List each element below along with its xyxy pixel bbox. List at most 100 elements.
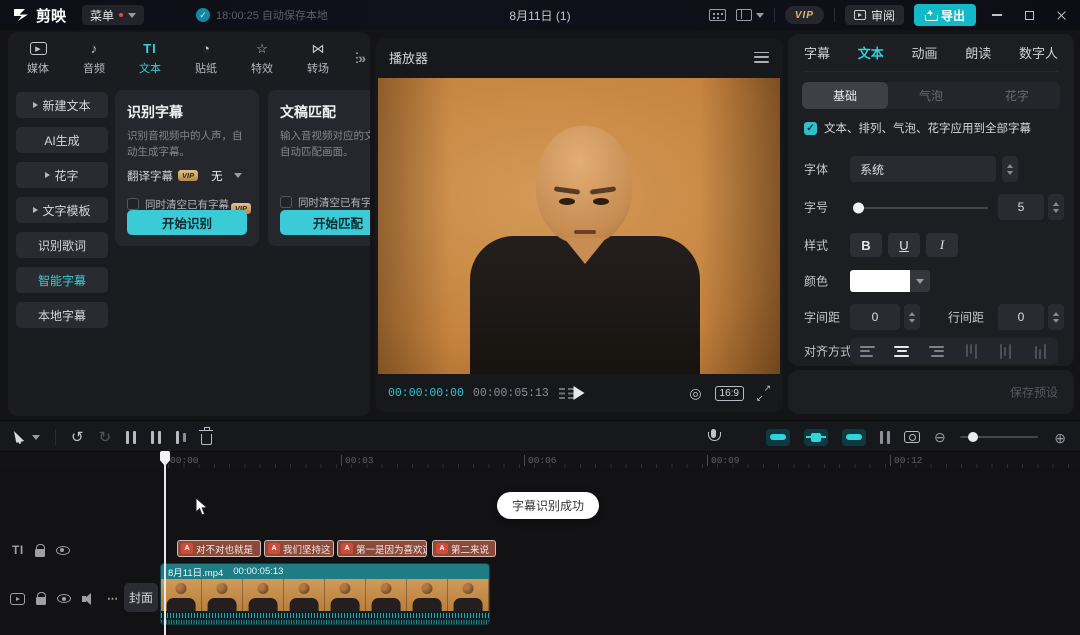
main-track-magnet-toggle[interactable] — [766, 429, 790, 446]
nav-new-text[interactable]: 新建文本 — [16, 92, 108, 118]
start-recognize-button[interactable]: 开始识别 — [127, 210, 247, 235]
aspect-ratio-button[interactable]: 16:9 — [715, 386, 744, 401]
subtitle-clip[interactable]: A 我们坚持这 — [264, 540, 334, 557]
line-spacing-input[interactable]: 0 — [998, 304, 1044, 330]
visibility-icon[interactable] — [56, 546, 70, 555]
slider-handle[interactable] — [968, 432, 978, 442]
playhead[interactable] — [164, 452, 166, 635]
valign-middle-icon[interactable] — [1000, 344, 1011, 359]
mute-icon[interactable] — [82, 593, 96, 605]
align-right-icon[interactable] — [929, 346, 944, 357]
maximize-button[interactable] — [1018, 4, 1040, 26]
clear-existing-checkbox-row[interactable]: 同时清空已有字幕 — [280, 195, 370, 210]
font-size-stepper[interactable] — [1048, 194, 1064, 220]
link-toggle[interactable] — [842, 429, 866, 446]
cover-preview-icon[interactable] — [904, 431, 920, 443]
tab-animation[interactable]: 动画 — [911, 43, 937, 62]
valign-bottom-icon[interactable] — [1035, 344, 1046, 359]
video-preview[interactable] — [378, 78, 780, 374]
tab-digital-human[interactable]: 数字人 — [1019, 43, 1058, 62]
zoom-in-icon[interactable]: ⊕ — [1054, 430, 1066, 447]
split-icon[interactable] — [126, 431, 136, 444]
nav-text-template[interactable]: 文字模板 — [16, 197, 108, 223]
subtitle-list-icon[interactable] — [559, 388, 574, 399]
start-match-button[interactable]: 开始匹配 — [280, 210, 370, 235]
align-center-icon[interactable] — [894, 346, 909, 357]
auto-snap-toggle[interactable] — [804, 429, 828, 446]
align-left-icon[interactable] — [860, 346, 875, 357]
undo-icon[interactable]: ↺ — [71, 428, 84, 446]
letter-spacing-stepper[interactable] — [904, 304, 920, 330]
subtitle-clip[interactable]: A 第二来说 — [432, 540, 496, 557]
preview-axis-icon[interactable] — [880, 431, 890, 444]
nav-fancy-text[interactable]: 花字 — [16, 162, 108, 188]
apply-to-all-row[interactable]: ✓ 文本、排列、气泡、花字应用到全部字幕 — [804, 120, 1031, 136]
font-select[interactable]: 系统 — [850, 156, 996, 182]
select-tool[interactable] — [14, 430, 40, 444]
tab-subtitle[interactable]: 字幕 — [804, 43, 830, 62]
export-button[interactable]: 导出 — [914, 4, 976, 26]
keyboard-shortcuts-icon[interactable] — [709, 9, 726, 21]
close-button[interactable] — [1050, 4, 1072, 26]
vip-badge[interactable]: VIP — [785, 6, 824, 24]
color-dropdown[interactable] — [910, 270, 930, 292]
font-stepper[interactable] — [1002, 156, 1018, 182]
redo-icon[interactable]: ↻ — [99, 428, 112, 446]
nav-smart-subtitle[interactable]: 智能字幕 — [16, 267, 108, 293]
cover-button[interactable]: 封面 — [124, 583, 158, 612]
nav-ai-generate[interactable]: AI生成 — [16, 127, 108, 153]
frame-focus-icon[interactable]: ◎ — [689, 385, 701, 402]
more-options-icon[interactable]: ⋯ — [107, 592, 120, 605]
split-left-icon[interactable] — [151, 431, 161, 444]
subtitle-clip[interactable]: A 第一是因为喜欢这 — [337, 540, 427, 557]
font-size-slider[interactable] — [854, 207, 988, 209]
translate-subtitle-row[interactable]: 翻译字幕 VIP 无 — [127, 168, 247, 184]
tab-audio[interactable]: ♪ 音频 — [70, 36, 118, 80]
tab-read-aloud[interactable]: 朗读 — [965, 43, 991, 62]
delete-icon[interactable] — [201, 434, 212, 445]
visibility-icon[interactable] — [57, 594, 71, 603]
video-clip-header: 8月11日.mp4 00:00:05:13 — [161, 564, 489, 579]
record-voiceover-icon[interactable] — [706, 429, 720, 445]
subtab-bubble[interactable]: 气泡 — [888, 82, 974, 109]
line-spacing-stepper[interactable] — [1048, 304, 1064, 330]
tab-media[interactable]: ▶ 媒体 — [14, 36, 62, 80]
zoom-out-icon[interactable]: ⊖ — [934, 429, 946, 446]
minimize-button[interactable] — [986, 4, 1008, 26]
save-preset-button[interactable]: 保存预设 — [1010, 384, 1058, 401]
fullscreen-icon[interactable] — [757, 387, 770, 400]
subtab-fancy[interactable]: 花字 — [974, 82, 1060, 109]
split-right-icon[interactable] — [176, 431, 186, 444]
menu-button[interactable]: 菜单 — [82, 5, 144, 25]
checkbox-checked[interactable]: ✓ — [804, 122, 817, 135]
subtitle-clip[interactable]: A 对不对也就是 — [177, 540, 261, 557]
layout-switcher[interactable] — [736, 9, 764, 21]
tab-sticker[interactable]: ◔ 贴纸 — [182, 36, 230, 80]
tab-text-props[interactable]: 文本 — [858, 43, 884, 62]
checkbox-unchecked[interactable] — [127, 198, 139, 210]
nav-local-subtitle[interactable]: 本地字幕 — [16, 302, 108, 328]
nav-lyrics-recognition[interactable]: 识别歌词 — [16, 232, 108, 258]
underline-button[interactable]: U — [888, 233, 920, 257]
expand-tabs-chevron[interactable]: » — [358, 50, 366, 66]
italic-button[interactable]: I — [926, 233, 958, 257]
review-button[interactable]: 审阅 — [845, 5, 904, 25]
valign-top-icon[interactable] — [966, 344, 977, 359]
subtab-basic[interactable]: 基础 — [802, 82, 888, 109]
font-size-row: 字号 5 — [788, 194, 1074, 220]
tab-transition[interactable]: ⋈ 转场 — [294, 36, 342, 80]
play-button[interactable] — [574, 386, 585, 400]
letter-spacing-input[interactable]: 0 — [850, 304, 900, 330]
slider-handle[interactable] — [853, 203, 864, 214]
color-swatch[interactable] — [850, 270, 910, 292]
checkbox-unchecked[interactable] — [280, 196, 292, 208]
tab-effects[interactable]: ☆ 特效 — [238, 36, 286, 80]
player-menu-icon[interactable] — [754, 52, 769, 63]
tab-text[interactable]: TI 文本 — [126, 36, 174, 80]
lock-icon[interactable] — [36, 597, 46, 605]
video-clip[interactable]: 8月11日.mp4 00:00:05:13 — [160, 563, 490, 625]
bold-button[interactable]: B — [850, 233, 882, 257]
font-size-input[interactable]: 5 — [998, 194, 1044, 220]
lock-icon[interactable] — [35, 549, 45, 557]
timeline-zoom-slider[interactable] — [960, 436, 1038, 438]
